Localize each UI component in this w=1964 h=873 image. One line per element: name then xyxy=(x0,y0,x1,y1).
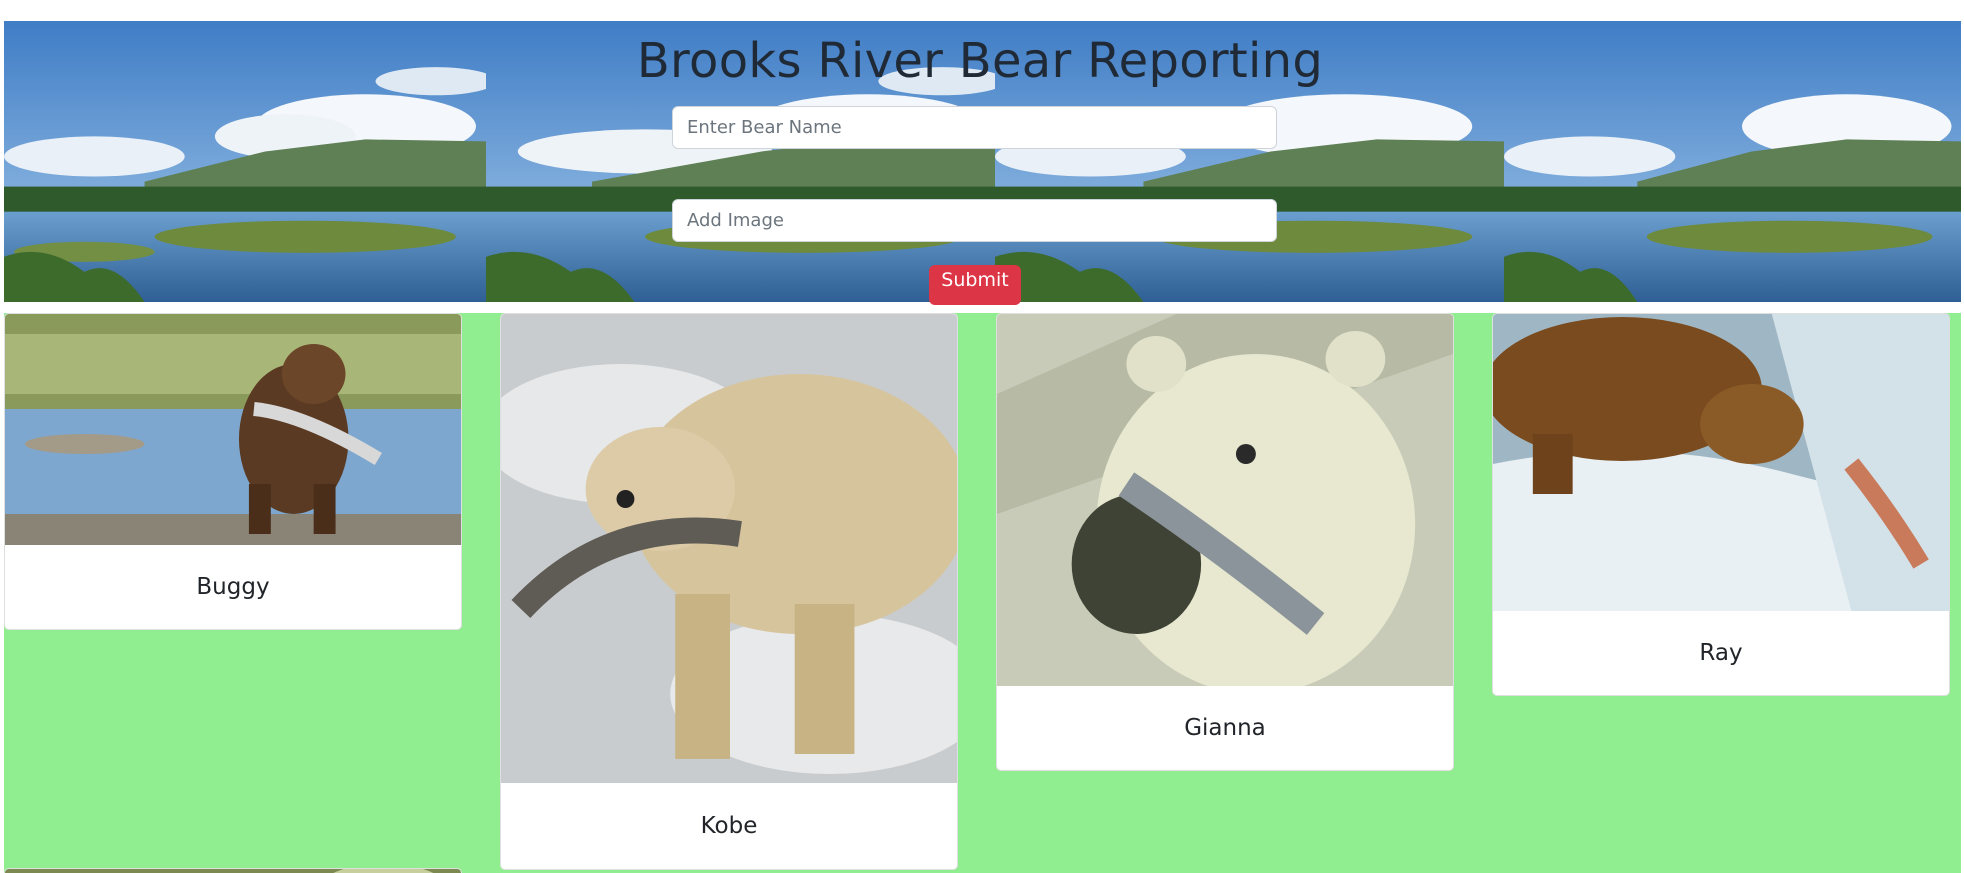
bear-card[interactable]: Kobe xyxy=(500,313,958,870)
add-image-input[interactable] xyxy=(672,199,1277,242)
bear-card[interactable]: Gianna xyxy=(996,313,1454,771)
bear-name: Ray xyxy=(1699,640,1743,666)
bear-card[interactable]: Buggy xyxy=(4,313,462,630)
page-title: Brooks River Bear Reporting xyxy=(636,33,1324,89)
bear-name: Kobe xyxy=(700,813,758,839)
bear-name: Buggy xyxy=(196,574,270,600)
bear-photo xyxy=(501,314,957,783)
bear-photo xyxy=(997,314,1453,686)
bear-card[interactable] xyxy=(4,868,462,873)
submit-button[interactable]: Submit xyxy=(929,265,1021,305)
header-banner: Brooks River Bear Reporting xyxy=(4,21,1961,302)
bear-card[interactable]: Ray xyxy=(1492,313,1950,696)
bear-photo xyxy=(1493,314,1949,611)
bear-name: Gianna xyxy=(1184,715,1266,741)
bear-gallery: Buggy Kobe Gianna Ray xyxy=(4,313,1961,873)
bear-name-input[interactable] xyxy=(672,106,1277,149)
bear-photo xyxy=(5,314,461,545)
bear-photo xyxy=(5,869,461,873)
